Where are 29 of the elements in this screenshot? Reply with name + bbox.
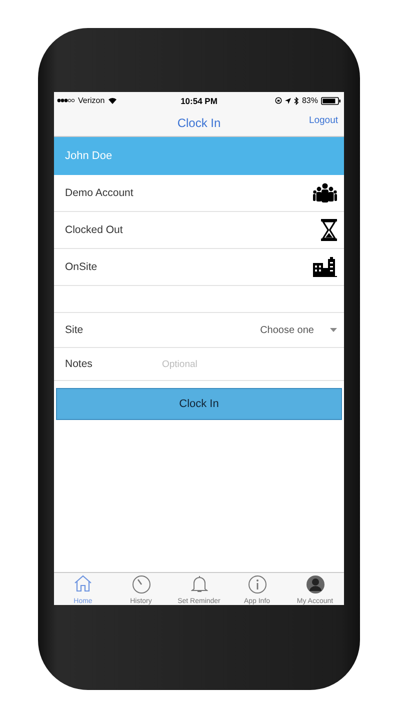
location-arrow-icon <box>284 98 291 104</box>
user-avatar-icon <box>306 575 324 594</box>
screen-title: Clock In <box>177 116 221 130</box>
bluetooth-icon <box>294 96 299 104</box>
dropdown-caret-icon <box>330 328 337 332</box>
battery-icon <box>321 96 341 104</box>
info-label: OnSite <box>65 261 98 273</box>
clock-dial-icon <box>132 575 150 594</box>
site-label: Site <box>65 324 84 336</box>
battery-percent: 83% <box>302 96 318 105</box>
carrier-name: Verizon <box>78 96 105 105</box>
buildings-icon <box>313 257 337 277</box>
group-of-people-icon <box>313 183 337 203</box>
bell-icon <box>190 575 208 593</box>
status-time: 10:54 PM <box>180 96 218 106</box>
lock-rotation-icon <box>274 97 282 104</box>
user-name-header: John Doe <box>54 137 344 175</box>
notes-label: Notes <box>65 358 94 370</box>
site-dropdown[interactable]: Choose one <box>260 324 337 336</box>
logout-button[interactable]: Logout <box>308 115 338 126</box>
clock-in-button[interactable]: Clock In <box>56 388 342 420</box>
info-label: Clocked Out <box>65 224 123 236</box>
wifi-icon <box>108 97 117 104</box>
notes-field[interactable]: Optional <box>162 358 312 370</box>
info-icon <box>248 575 266 594</box>
info-label: Demo Account <box>65 187 134 199</box>
hourglass-icon <box>321 219 337 241</box>
house-icon <box>74 575 92 592</box>
signal-icon <box>57 98 75 103</box>
